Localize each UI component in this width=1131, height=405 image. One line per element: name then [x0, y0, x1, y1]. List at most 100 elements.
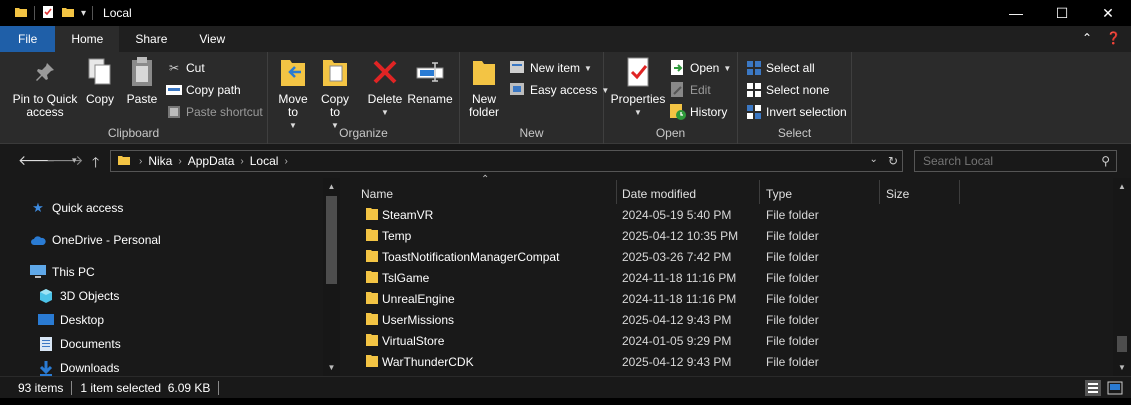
new-item-button[interactable]: New item ▼	[510, 60, 592, 76]
nav-item-quick-access[interactable]: ★ Quick access	[30, 200, 123, 216]
tab-file[interactable]: File	[0, 26, 56, 52]
tab-view[interactable]: View	[183, 26, 241, 52]
table-row[interactable]: VirtualStore 2024-01-05 9:29 PM File fol…	[361, 330, 1101, 351]
breadcrumb-local[interactable]: Local	[250, 154, 279, 168]
nav-item-downloads[interactable]: Downloads	[38, 360, 119, 376]
maximize-button[interactable]: ☐	[1039, 0, 1085, 26]
move-to-button[interactable]: Move to ▼	[276, 56, 310, 132]
invert-selection-button[interactable]: Invert selection	[746, 104, 847, 120]
ribbon-controls: ⌃ ❓	[1082, 31, 1121, 45]
cube-icon	[38, 288, 54, 304]
table-row[interactable]: UnrealEngine 2024-11-18 11:16 PM File fo…	[361, 288, 1101, 309]
up-arrow-icon[interactable]: 🡑	[92, 152, 99, 176]
column-divider[interactable]	[879, 180, 880, 204]
cut-button[interactable]: ✂ Cut	[166, 60, 205, 76]
paste-shortcut-icon	[166, 104, 182, 120]
title-bar: ▾ Local — ☐ ✕	[0, 0, 1131, 26]
column-header-name[interactable]: Name	[361, 183, 393, 205]
address-dropdown-icon[interactable]: ⌄	[870, 154, 878, 168]
table-row[interactable]: WarThunderCDK 2025-04-12 9:43 PM File fo…	[361, 351, 1101, 372]
column-header-size[interactable]: Size	[886, 183, 909, 205]
open-button[interactable]: Open ▼	[670, 60, 731, 76]
scrollbar-thumb[interactable]	[326, 196, 337, 284]
delete-button[interactable]: Delete ▼	[367, 56, 403, 119]
folder-icon	[365, 333, 379, 350]
search-input[interactable]	[923, 154, 1093, 168]
ribbon: Pin to Quick access Copy Paste ✂ Cut Cop…	[0, 52, 1131, 144]
customize-toolbar-icon[interactable]: ▾	[81, 8, 86, 19]
new-folder-button[interactable]: New folder	[466, 56, 502, 119]
recent-locations-icon[interactable]: ▾	[72, 155, 77, 166]
table-row[interactable]: UserMissions 2025-04-12 9:43 PM File fol…	[361, 309, 1101, 330]
minimize-button[interactable]: —	[993, 0, 1039, 26]
new-folder-icon	[471, 57, 497, 90]
tab-share[interactable]: Share	[119, 26, 183, 52]
address-bar-controls: ⌄ ↻	[870, 154, 898, 168]
scrollbar-thumb[interactable]	[1117, 336, 1127, 352]
history-button[interactable]: History	[670, 104, 727, 120]
breadcrumb-nika[interactable]: Nika	[148, 154, 172, 168]
new-folder-icon[interactable]	[61, 5, 75, 22]
table-row[interactable]: TslGame 2024-11-18 11:16 PM File folder	[361, 267, 1101, 288]
help-icon[interactable]: ❓	[1106, 31, 1121, 45]
select-group-label: Select	[777, 126, 812, 140]
easy-access-icon	[510, 82, 526, 98]
large-icons-view-icon[interactable]	[1107, 380, 1123, 399]
select-all-button[interactable]: Select all	[746, 60, 815, 76]
edit-button[interactable]: Edit	[670, 82, 711, 98]
column-divider[interactable]	[959, 180, 960, 204]
column-header-date[interactable]: Date modified	[622, 183, 696, 205]
column-divider[interactable]	[616, 180, 617, 204]
scroll-up-icon[interactable]: ▲	[1113, 182, 1131, 191]
paste-button[interactable]: Paste	[125, 56, 159, 106]
scroll-down-icon[interactable]: ▼	[323, 363, 340, 372]
tab-home[interactable]: Home	[55, 26, 120, 52]
properties-button[interactable]: Properties ▼	[610, 56, 666, 119]
refresh-icon[interactable]: ↻	[888, 154, 898, 168]
collapse-ribbon-icon[interactable]: ⌃	[1082, 31, 1092, 45]
address-bar[interactable]: › Nika › AppData › Local › ⌄ ↻	[110, 150, 903, 172]
forward-arrow-icon[interactable]: 🡒	[46, 152, 84, 169]
file-list-scrollbar[interactable]: ▲ ▼	[1113, 178, 1131, 376]
close-button[interactable]: ✕	[1085, 0, 1131, 26]
sort-ascending-icon: ⌃	[481, 174, 490, 185]
properties-icon[interactable]	[41, 5, 55, 22]
easy-access-button[interactable]: Easy access ▼	[510, 82, 609, 98]
scroll-up-icon[interactable]: ▲	[323, 182, 340, 191]
select-none-icon	[746, 82, 762, 98]
copy-button[interactable]: Copy	[84, 56, 116, 106]
nav-item-3d-objects[interactable]: 3D Objects	[38, 288, 119, 304]
copy-path-button[interactable]: Copy path	[166, 82, 241, 98]
rename-button[interactable]: Rename	[407, 56, 453, 106]
scissors-icon: ✂	[168, 61, 180, 75]
open-group-label: Open	[655, 126, 686, 140]
column-divider[interactable]	[759, 180, 760, 204]
breadcrumb-appdata[interactable]: AppData	[188, 154, 235, 168]
nav-item-onedrive[interactable]: OneDrive - Personal	[30, 232, 161, 248]
table-row[interactable]: SteamVR 2024-05-19 5:40 PM File folder	[361, 204, 1101, 225]
search-box[interactable]: ⚲	[914, 150, 1117, 172]
nav-item-desktop[interactable]: Desktop	[38, 312, 104, 328]
new-item-icon	[510, 60, 526, 76]
column-header-type[interactable]: Type	[766, 183, 792, 205]
nav-item-this-pc[interactable]: This PC	[30, 264, 95, 280]
details-view-icon[interactable]	[1085, 380, 1101, 399]
copy-to-button[interactable]: Copy to ▼	[318, 56, 352, 132]
nav-item-documents[interactable]: Documents	[38, 336, 121, 352]
scroll-down-icon[interactable]: ▼	[1113, 363, 1131, 372]
rename-icon	[415, 59, 445, 88]
cloud-icon	[30, 232, 46, 248]
copy-to-icon	[321, 56, 349, 91]
view-switcher	[1085, 380, 1123, 399]
nav-pane-scrollbar[interactable]: ▲ ▼	[323, 178, 340, 376]
history-icon	[670, 104, 686, 120]
table-row[interactable]: ToastNotificationManagerCompat 2025-03-2…	[361, 246, 1101, 267]
table-row[interactable]: Temp 2025-04-12 10:35 PM File folder	[361, 225, 1101, 246]
navigation-pane: ★ Quick access OneDrive - Personal This …	[0, 178, 340, 376]
paste-shortcut-button[interactable]: Paste shortcut	[166, 104, 263, 120]
pin-to-quick-access-button[interactable]: Pin to Quick access	[8, 56, 82, 119]
status-bar: 93 items 1 item selected 6.09 KB	[0, 376, 1131, 398]
new-item-dropdown-icon: ▼	[584, 63, 592, 73]
select-none-button[interactable]: Select none	[746, 82, 829, 98]
delete-x-icon	[371, 58, 399, 89]
